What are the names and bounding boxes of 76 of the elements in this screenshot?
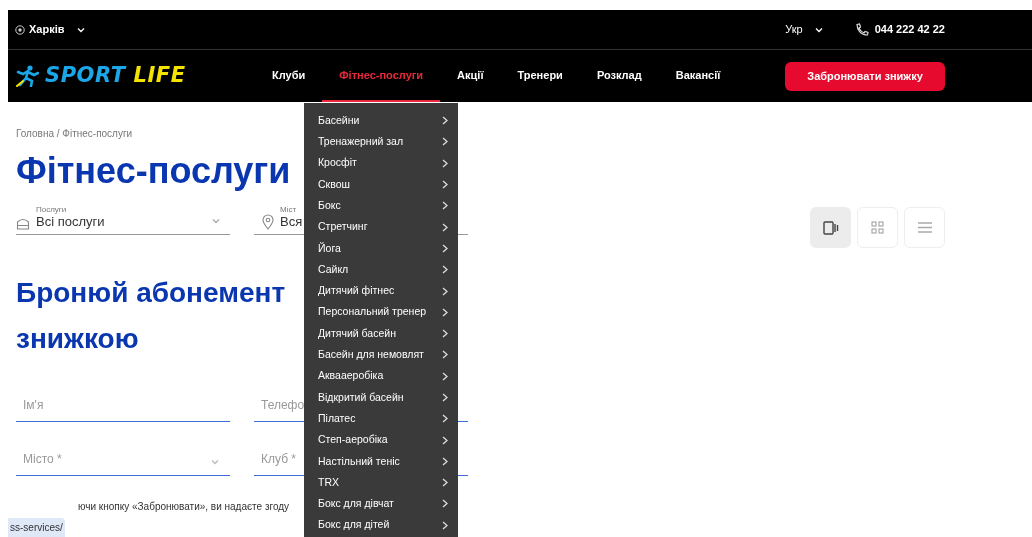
card-view-icon: [822, 220, 839, 235]
menu-item[interactable]: Тренажерний зал: [304, 131, 458, 153]
chevron-right-icon: [442, 329, 448, 339]
grid-view-icon: [871, 221, 884, 234]
location-pin-icon: [15, 24, 25, 35]
chevron-right-icon: [442, 520, 448, 530]
filter-dropdown[interactable]: Послуги Всі послуги: [16, 201, 230, 235]
link-preview: ss-services/: [8, 518, 65, 537]
chevron-right-icon: [442, 456, 448, 466]
chevron-right-icon: [442, 393, 448, 402]
chevron-right-icon: [442, 435, 448, 445]
city-selector[interactable]: Харків: [29, 21, 65, 38]
menu-item[interactable]: Бокс для дітей: [304, 514, 458, 536]
chevron-right-icon: [442, 478, 448, 488]
menu-item[interactable]: Сквош: [304, 173, 458, 196]
nav-link[interactable]: Акції: [440, 50, 501, 102]
menu-item[interactable]: Стретчинг: [304, 216, 458, 238]
chevron-right-icon: [442, 158, 448, 168]
menu-item[interactable]: Басейн для немовлят: [304, 344, 458, 366]
nav-link[interactable]: Тренери: [500, 50, 580, 102]
chevron-right-icon: [442, 414, 448, 424]
list-view-icon: [917, 222, 932, 233]
filter-value: Вся: [280, 214, 303, 230]
runner-icon: [15, 65, 39, 87]
menu-item[interactable]: Йога: [304, 237, 458, 260]
menu-item[interactable]: Аквааеробіка: [304, 365, 458, 387]
language-selector[interactable]: Укр: [785, 21, 803, 38]
nav-link[interactable]: Клуби: [255, 50, 323, 102]
view-toggle-button[interactable]: [810, 207, 851, 248]
menu-item[interactable]: Персональний тренер: [304, 301, 458, 323]
chevron-down-icon: [211, 458, 219, 465]
menu-item[interactable]: Бокс для дівчат: [304, 493, 458, 515]
view-toggle-button[interactable]: [904, 207, 945, 248]
building-icon: [16, 217, 30, 230]
filter-value: Всі послуги: [36, 214, 105, 230]
consent-text: ючи кнопку «Забронювати», ви надаєте згоду: [78, 500, 290, 514]
chevron-down-icon: [212, 218, 220, 224]
chevron-right-icon: [442, 350, 448, 360]
menu-item[interactable]: Відкритий басейн: [304, 386, 458, 409]
menu-item[interactable]: Бокс: [304, 195, 458, 217]
menu-item[interactable]: Дитячий фітнес: [304, 280, 458, 302]
phone-icon: [854, 23, 869, 36]
menu-item[interactable]: Настільний теніс: [304, 450, 458, 473]
chevron-right-icon: [442, 499, 448, 509]
menu-item[interactable]: Сайкл: [304, 259, 458, 281]
location-pin-icon: [262, 214, 274, 230]
filter-label: Послуги: [36, 205, 68, 214]
chevron-right-icon: [442, 286, 448, 296]
chevron-right-icon: [442, 243, 448, 253]
nav-link[interactable]: Розклад: [579, 50, 659, 102]
chevron-down-icon: [76, 26, 85, 33]
chevron-right-icon: [442, 137, 448, 147]
chevron-down-icon: [814, 26, 823, 33]
chevron-right-icon: [442, 201, 448, 211]
menu-item[interactable]: Степ-аеробіка: [304, 429, 458, 451]
chevron-right-icon: [442, 265, 448, 275]
chevron-right-icon: [442, 371, 448, 381]
chevron-right-icon: [442, 222, 448, 232]
form-heading: Бронюй абонемент: [16, 278, 286, 308]
logo-text[interactable]: SPORT LIFE: [45, 60, 186, 92]
breadcrumb: Головна / Фітнес-послуги: [16, 127, 134, 141]
menu-item[interactable]: TRX: [304, 472, 458, 494]
nav-link[interactable]: Вакансії: [658, 50, 738, 102]
chevron-right-icon: [442, 180, 448, 190]
book-discount-button[interactable]: Забронювати знижку: [785, 61, 945, 91]
menu-item[interactable]: Кросфіт: [304, 152, 458, 174]
menu-item[interactable]: Пілатес: [304, 408, 458, 430]
phone-number[interactable]: 044 222 42 22: [874, 21, 945, 38]
chevron-right-icon: [442, 116, 448, 126]
page-title: Фітнес-послуги: [16, 151, 291, 191]
menu-item[interactable]: Дитячий басейн: [304, 322, 458, 345]
chevron-right-icon: [442, 307, 448, 317]
view-toggle-button[interactable]: [857, 207, 898, 248]
menu-item[interactable]: Басейни: [304, 110, 458, 132]
form-heading: знижкою: [16, 324, 139, 354]
filter-label: Міст: [280, 205, 298, 214]
